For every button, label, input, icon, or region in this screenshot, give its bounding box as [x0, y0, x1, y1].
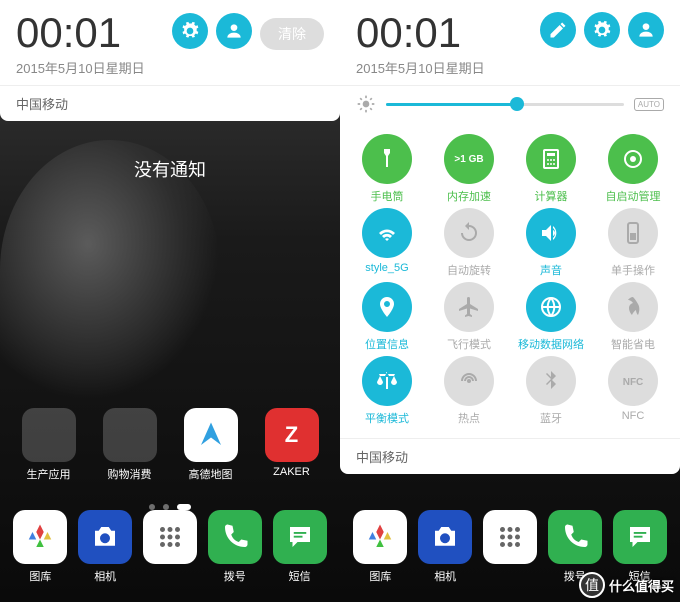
app-label: 图库 [369, 568, 391, 584]
app-label: 相机 [434, 568, 456, 584]
app-label: 图库 [29, 568, 51, 584]
qs-memory[interactable]: >1 GB内存加速 [430, 134, 508, 204]
clock-time: 00:01 [356, 12, 485, 54]
settings-icon[interactable] [172, 13, 208, 49]
brightness-slider[interactable] [386, 103, 624, 106]
qs-flashlight[interactable]: 手电筒 [348, 134, 426, 204]
apps-drawer[interactable] [143, 510, 197, 584]
watermark-badge: 值 [579, 572, 605, 598]
qs-label: 移动数据网络 [518, 336, 584, 352]
left-screen: 00:01 2015年5月10日星期日 清除 中国移动 [0, 0, 340, 602]
clock-date: 2015年5月10日星期日 [356, 58, 485, 77]
app-label: 相机 [94, 568, 116, 584]
app-folder[interactable]: 生产应用 [22, 408, 76, 482]
qs-location[interactable]: 位置信息 [348, 282, 426, 352]
brightness-icon [356, 94, 376, 114]
auto-brightness-badge[interactable]: AUTO [634, 98, 664, 111]
qs-sound[interactable]: 声音 [512, 208, 590, 278]
svg-text:NFC: NFC [623, 377, 644, 388]
app-nav[interactable]: 高德地图 [184, 408, 238, 482]
qs-data[interactable]: 移动数据网络 [512, 282, 590, 352]
clock-time: 00:01 [16, 12, 145, 54]
apps-drawer[interactable] [483, 510, 537, 584]
qs-label: 内存加速 [447, 188, 491, 204]
qs-label: 计算器 [535, 188, 568, 204]
qs-label: 位置信息 [365, 336, 409, 352]
app-label: 高德地图 [189, 466, 233, 482]
notification-panel: 00:01 2015年5月10日星期日 清除 中国移动 [0, 0, 340, 121]
dock: 图库 相机 拨号 短信 [0, 510, 340, 584]
qs-rotate[interactable]: 自动旋转 [430, 208, 508, 278]
qs-label: 自启动管理 [606, 188, 661, 204]
brightness-row: AUTO [340, 85, 680, 122]
qs-wifi[interactable]: style_5G [348, 208, 426, 278]
qs-label: 平衡模式 [365, 410, 409, 426]
edit-icon[interactable] [540, 12, 576, 48]
profile-icon[interactable] [628, 12, 664, 48]
app-label: ZAKER [273, 466, 310, 478]
app-row-mid: 生产应用 购物消费 高德地图 ZZAKER [0, 408, 340, 482]
app-folder[interactable]: ZZAKER [265, 408, 319, 482]
qs-label: style_5G [365, 262, 408, 274]
qs-label: 蓝牙 [540, 410, 562, 426]
app-gallery[interactable]: 图库 [13, 510, 67, 584]
app-label: 购物消费 [108, 466, 152, 482]
app-gallery[interactable]: 图库 [353, 510, 407, 584]
qs-airplane[interactable]: 飞行模式 [430, 282, 508, 352]
app-phone[interactable]: 拨号 [208, 510, 262, 584]
carrier-label: 中国移动 [0, 85, 340, 121]
app-sms[interactable]: 短信 [273, 510, 327, 584]
right-screen: 00:01 2015年5月10日星期日 [340, 0, 680, 602]
app-label: 生产应用 [27, 466, 71, 482]
qs-onehand[interactable]: 单手操作 [594, 208, 672, 278]
quick-settings-grid: 手电筒 >1 GB内存加速计算器 自启动管理 style_5G 自动旋转 声音 单手操作位置… [340, 122, 680, 438]
qs-autostart[interactable]: 自启动管理 [594, 134, 672, 204]
clear-button[interactable]: 清除 [260, 18, 324, 50]
qs-nfc[interactable]: NFC NFC [594, 356, 672, 426]
app-label: 拨号 [224, 568, 246, 584]
qs-label: 热点 [458, 410, 480, 426]
quick-settings-panel: 00:01 2015年5月10日星期日 [340, 0, 680, 474]
settings-icon[interactable] [584, 12, 620, 48]
qs-label: NFC [622, 410, 645, 422]
qs-calc[interactable]: 计算器 [512, 134, 590, 204]
qs-label: 手电筒 [371, 188, 404, 204]
watermark: 值 什么值得买 [579, 572, 674, 598]
app-folder[interactable]: 购物消费 [103, 408, 157, 482]
qs-label: 飞行模式 [447, 336, 491, 352]
qs-hotspot[interactable]: 热点 [430, 356, 508, 426]
qs-power[interactable]: 智能省电 [594, 282, 672, 352]
qs-label: 智能省电 [611, 336, 655, 352]
app-camera[interactable]: 相机 [418, 510, 472, 584]
qs-bluetooth[interactable]: 蓝牙 [512, 356, 590, 426]
app-camera[interactable]: 相机 [78, 510, 132, 584]
no-notifications-text: 没有通知 [0, 140, 340, 198]
qs-label: 自动旋转 [447, 262, 491, 278]
carrier-label: 中国移动 [340, 438, 680, 474]
qs-label: 声音 [540, 262, 562, 278]
watermark-text: 什么值得买 [609, 576, 674, 595]
clock-date: 2015年5月10日星期日 [16, 58, 145, 77]
qs-balance[interactable]: 平衡模式 [348, 356, 426, 426]
qs-label: 单手操作 [611, 262, 655, 278]
profile-icon[interactable] [216, 13, 252, 49]
app-label: 短信 [289, 568, 311, 584]
